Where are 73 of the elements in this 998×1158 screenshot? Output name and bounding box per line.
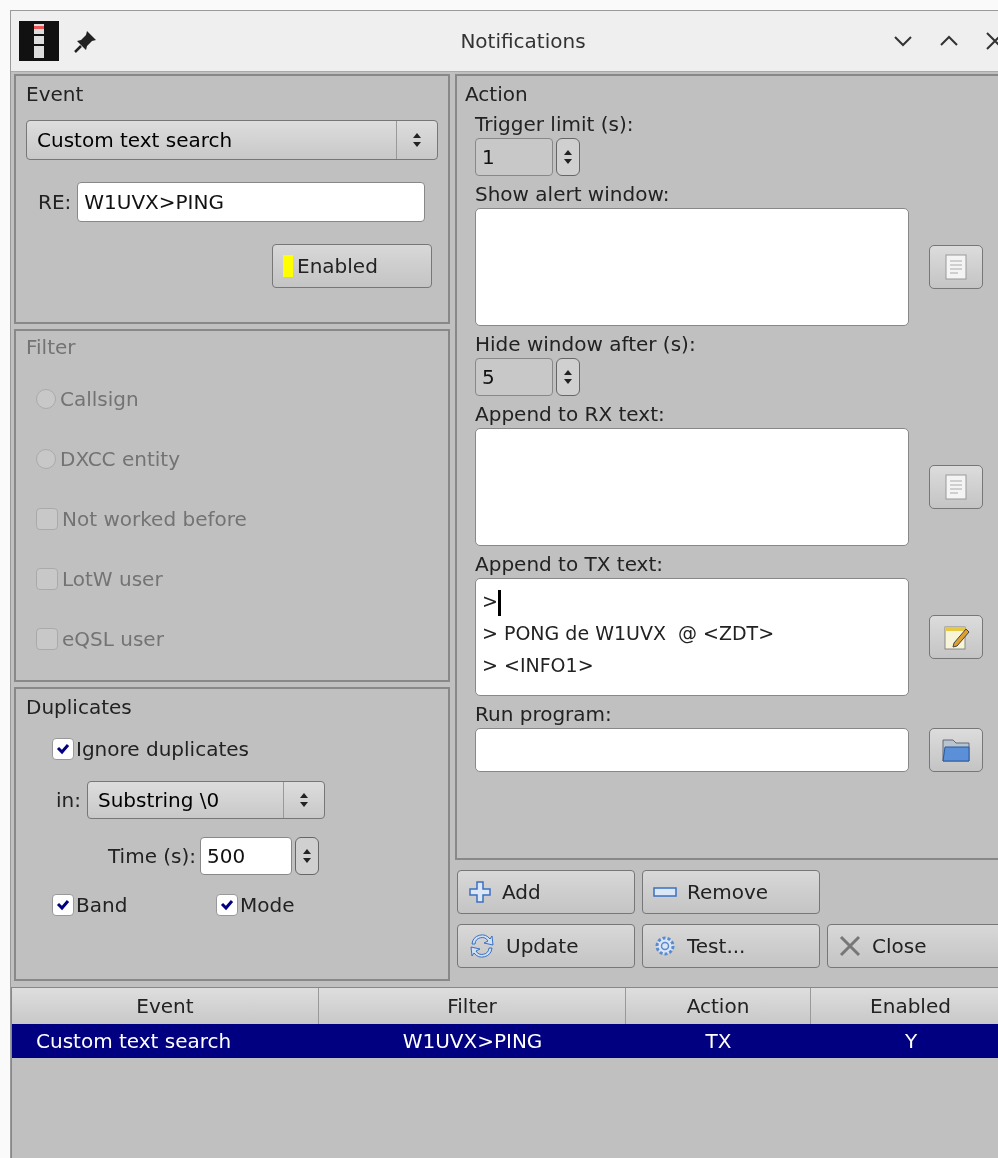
app-icon: [19, 21, 59, 61]
action-button[interactable]: Update: [457, 924, 635, 968]
chevron-down-icon: [893, 35, 913, 47]
pin-icon[interactable]: [73, 28, 99, 54]
field-label: Hide window after (s):: [475, 332, 697, 356]
checkbox[interactable]: [216, 894, 238, 916]
program-field[interactable]: [475, 728, 909, 772]
column-header[interactable]: Filter: [319, 988, 626, 1024]
checkbox[interactable]: [52, 894, 74, 916]
enabled-toggle-button[interactable]: Enabled: [272, 244, 432, 288]
field-label: in:: [56, 788, 81, 812]
column-header[interactable]: Action: [626, 988, 811, 1024]
edit-text-button[interactable]: [929, 245, 983, 289]
table-cell: TX: [626, 1024, 811, 1058]
time-field[interactable]: 500: [200, 837, 293, 875]
field-label: Trigger limit (s):: [475, 112, 635, 136]
edit-macro-button[interactable]: [929, 615, 983, 659]
chevron-up-icon: [939, 35, 959, 47]
check-icon: [220, 899, 234, 911]
gear-icon: [653, 934, 677, 958]
number-field[interactable]: 5: [475, 358, 553, 396]
table-cell: Custom text search: [12, 1024, 319, 1058]
folder-icon: [941, 737, 971, 763]
browse-button[interactable]: [929, 728, 983, 772]
option-label: eQSL user: [62, 627, 164, 651]
table-cell: W1UVX>PING: [319, 1024, 626, 1058]
edit-text-button[interactable]: [929, 465, 983, 509]
table-row[interactable]: Custom text search W1UVX>PING TX Y: [12, 1024, 998, 1058]
option-label: Callsign: [60, 387, 139, 411]
event-type-dropdown[interactable]: Custom text search: [26, 120, 438, 160]
field-label: Show alert window:: [475, 182, 671, 206]
action-button[interactable]: Close: [827, 924, 998, 968]
action-button[interactable]: Add: [457, 870, 635, 914]
action-button[interactable]: Remove: [642, 870, 820, 914]
text-area[interactable]: [475, 428, 909, 546]
refresh-icon: [468, 932, 496, 960]
panel-title: Duplicates: [26, 695, 133, 719]
field-label: Append to TX text:: [475, 552, 665, 576]
option-label: LotW user: [62, 567, 163, 591]
column-header[interactable]: Event: [12, 988, 319, 1024]
option-label: Not worked before: [62, 507, 247, 531]
close-icon: [838, 934, 862, 958]
field-label: Append to RX text:: [475, 402, 666, 426]
option-label: Mode: [240, 893, 295, 917]
notepad-pencil-icon: [942, 623, 970, 651]
spin-arrows[interactable]: [556, 138, 580, 176]
document-icon: [944, 254, 968, 280]
window-title: Notifications: [459, 29, 587, 53]
option-label: Band: [76, 893, 128, 917]
panel-title: Filter: [26, 335, 77, 359]
field-label: Run program:: [475, 702, 613, 726]
panel-title: Action: [465, 82, 529, 106]
field-label: RE:: [38, 190, 72, 214]
plus-icon: [468, 880, 492, 904]
document-icon: [944, 474, 968, 500]
option-label: DXCC entity: [60, 447, 180, 471]
check-icon: [56, 743, 70, 755]
column-header[interactable]: Enabled: [811, 988, 998, 1024]
spin-arrows[interactable]: [295, 837, 320, 875]
panel-title: Event: [26, 82, 85, 106]
minus-icon: [653, 887, 677, 897]
checkbox[interactable]: [52, 738, 74, 760]
number-field[interactable]: 1: [475, 138, 553, 176]
option-label: Ignore duplicates: [76, 737, 249, 761]
check-icon: [56, 899, 70, 911]
text-area[interactable]: > > PONG de W1UVX @ <ZDT> > <INFO1>: [475, 578, 909, 696]
match-mode-dropdown[interactable]: Substring \0: [87, 781, 325, 819]
regex-field[interactable]: W1UVX>PING: [77, 182, 426, 222]
table-cell: Y: [811, 1024, 998, 1058]
action-button[interactable]: Test...: [642, 924, 820, 968]
spin-arrows[interactable]: [556, 358, 580, 396]
field-label: Time (s):: [108, 844, 197, 868]
text-area[interactable]: [475, 208, 909, 326]
